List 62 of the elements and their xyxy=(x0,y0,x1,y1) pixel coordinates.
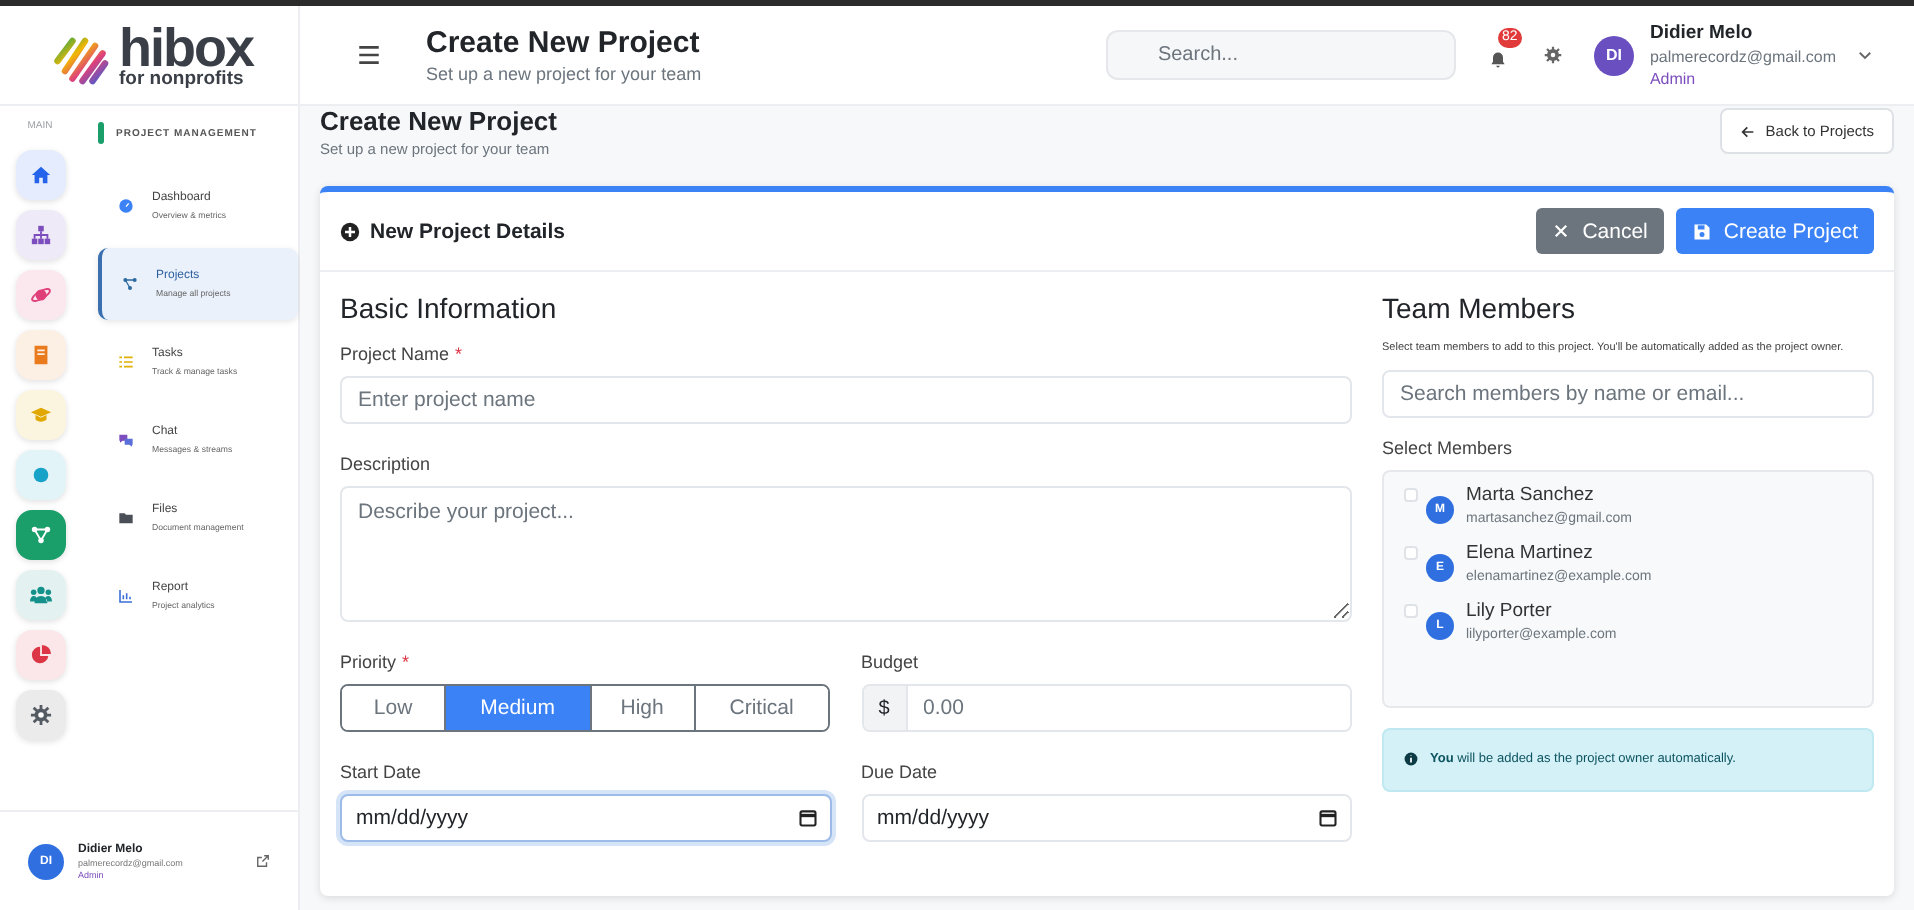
menu-icon[interactable] xyxy=(356,42,382,68)
page-title: Create New Project xyxy=(320,106,557,136)
priority-option[interactable]: Medium xyxy=(446,686,592,730)
search-field[interactable]: Search... xyxy=(1105,30,1456,80)
chevron-down-icon[interactable] xyxy=(1856,46,1874,64)
user-avatar: DI xyxy=(1593,35,1634,75)
checkbox[interactable] xyxy=(1404,603,1418,618)
section-heading: Team Members xyxy=(1382,292,1577,324)
field-label: Priority xyxy=(340,652,397,672)
field-label: Project Name xyxy=(340,344,450,364)
user-role: Admin xyxy=(1649,70,1698,88)
info-icon xyxy=(1404,752,1418,767)
text-area[interactable]: Describe your project... xyxy=(340,486,1352,622)
rail-button[interactable] xyxy=(15,450,65,500)
rail-button[interactable] xyxy=(15,690,65,740)
rail-button[interactable] xyxy=(15,510,65,560)
settings-icon[interactable] xyxy=(1543,46,1562,64)
user-name: Didier Melo xyxy=(1649,22,1755,44)
plus-circle-icon xyxy=(340,221,360,241)
required-mark: * xyxy=(402,652,410,672)
field-label: Start Date xyxy=(340,762,422,782)
input-field[interactable]: Enter project name xyxy=(340,376,1352,424)
rail-button[interactable] xyxy=(15,570,65,620)
budget-field[interactable]: $ 0.00 xyxy=(861,684,1352,732)
chat-bubbles-icon xyxy=(118,432,134,448)
field-label: Budget xyxy=(861,652,919,672)
section-heading: Basic Information xyxy=(340,292,559,324)
bell-icon[interactable] xyxy=(1487,49,1508,69)
card-title: New Project Details xyxy=(370,219,565,243)
search-field[interactable]: Search members by name or email... xyxy=(1382,369,1874,418)
rail-button[interactable] xyxy=(15,210,65,260)
checkbox[interactable] xyxy=(1404,545,1418,560)
field-label: Select Members xyxy=(1382,437,1515,458)
required-mark: * xyxy=(455,344,463,364)
calendar-icon[interactable] xyxy=(1318,808,1338,828)
folder-icon xyxy=(118,510,134,526)
field-label: Due Date xyxy=(861,762,938,782)
rail-button[interactable] xyxy=(15,150,65,200)
close-icon xyxy=(1552,222,1571,240)
external-link-icon[interactable] xyxy=(256,854,270,868)
create-button[interactable]: Create Project xyxy=(1675,208,1874,254)
cancel-button[interactable]: Cancel xyxy=(1536,208,1664,254)
list-icon xyxy=(118,354,134,370)
nodes-icon xyxy=(122,276,138,292)
gauge-icon xyxy=(118,198,134,214)
user-email: palmerecordz@gmail.com xyxy=(1649,48,1836,66)
checkbox[interactable] xyxy=(1404,487,1418,502)
arrow-left-icon xyxy=(1739,123,1756,139)
rail-button[interactable] xyxy=(15,330,65,380)
nodes-icon xyxy=(29,524,51,546)
member-name: Marta Sanchez xyxy=(1466,483,1596,506)
date-field[interactable]: mm/dd/yyyy xyxy=(340,794,831,842)
field-label: Description xyxy=(340,454,431,474)
bar-chart-icon xyxy=(118,588,134,604)
rail-button[interactable] xyxy=(15,630,65,680)
calendar-icon[interactable] xyxy=(797,808,817,828)
member-name: Elena Martinez xyxy=(1466,541,1595,564)
priority-option[interactable]: Low xyxy=(342,686,447,730)
member-name: Lily Porter xyxy=(1466,599,1554,622)
rail-button[interactable] xyxy=(15,270,65,320)
header-title: Create New Project xyxy=(426,26,702,60)
header-subtitle: Set up a new project for your team xyxy=(426,64,702,84)
